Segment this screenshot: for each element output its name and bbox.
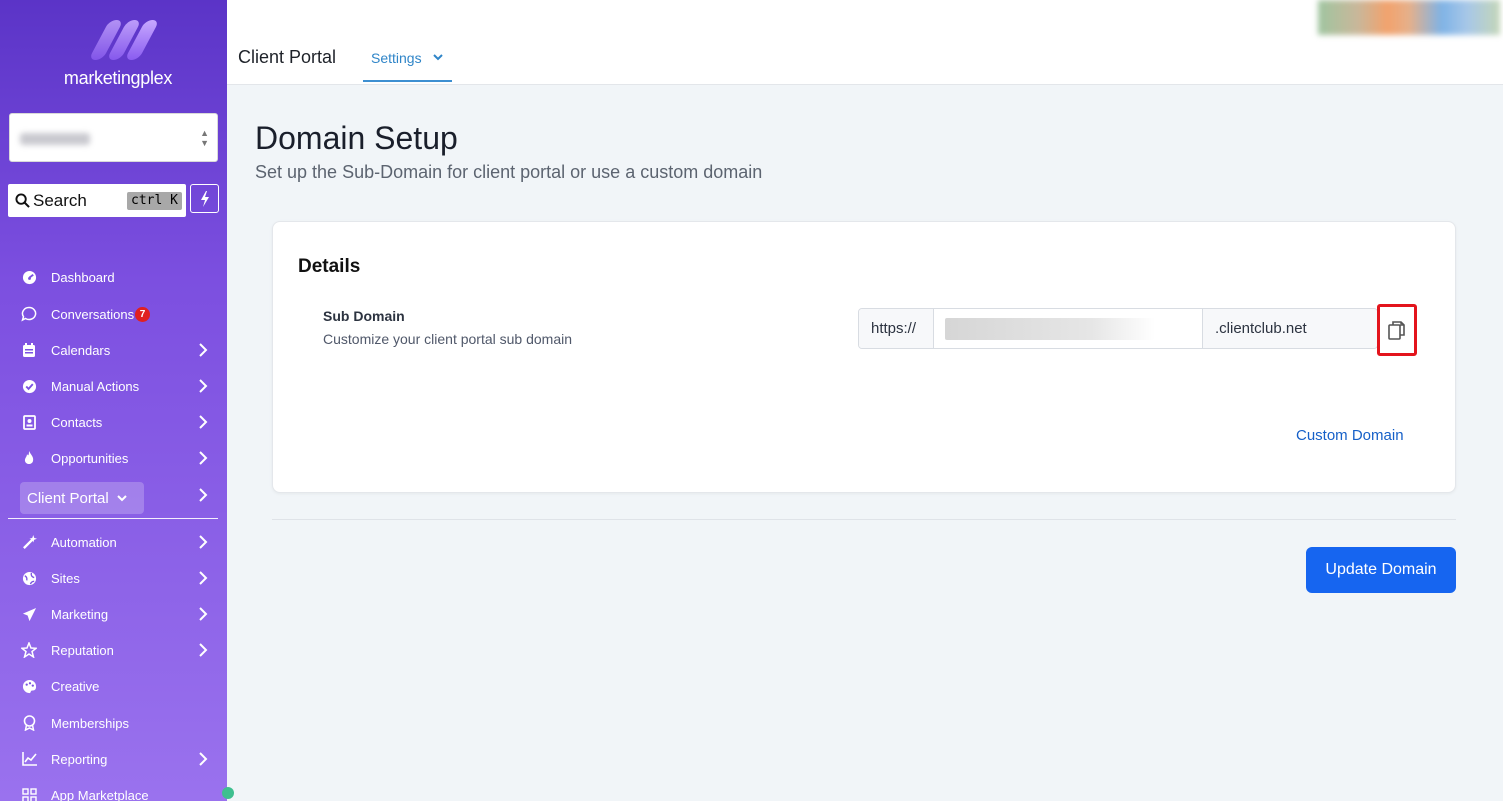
sidebar-item-label: Contacts [51,414,103,430]
sidebar-item-marketing[interactable]: Marketing [0,599,227,629]
sidebar-item-reporting[interactable]: Reporting [0,744,227,774]
chevron-right-icon [199,643,208,657]
chevron-right-icon[interactable] [198,488,208,502]
palette-icon [21,678,37,694]
url-prefix: https:// [859,309,934,348]
star-icon [21,642,37,658]
sidebar-item-label: Reporting [51,751,108,767]
chevron-right-icon [199,379,208,393]
sidebar-item-reputation[interactable]: Reputation [0,635,227,665]
sub-domain-label: Sub Domain [323,308,405,324]
flame-icon [21,450,37,466]
section-divider [272,519,1456,520]
tab-settings[interactable]: Settings [363,38,452,82]
sidebar-item-dashboard[interactable]: Dashboard [0,262,227,292]
sidebar-item-calendars[interactable]: Calendars [0,335,227,365]
chevron-right-icon [199,607,208,621]
grid-icon [21,787,37,801]
chevron-right-icon [199,451,208,465]
sidebar-item-label: Opportunities [51,450,129,466]
check-circle-icon [21,378,37,394]
chevron-down-icon [433,54,443,61]
sidebar-item-label: Sites [51,570,80,586]
gauge-icon [21,269,37,285]
update-domain-button[interactable]: Update Domain [1306,547,1456,593]
logo-mark-icon [83,18,160,62]
search-button[interactable]: Search ctrl K [8,184,186,217]
magic-wand-icon [21,534,37,550]
select-arrows-icon: ▲ ▼ [200,128,209,148]
page-section-title: Client Portal [238,47,337,67]
account-switcher[interactable]: ▲ ▼ [9,113,218,162]
chevron-right-icon [199,752,208,766]
award-icon [21,715,37,731]
top-bar: Client Portal Settings [227,0,1503,85]
chat-bubble-icon [21,306,37,322]
tab-settings-label: Settings [371,50,422,66]
search-icon [15,193,30,208]
chevron-right-icon [199,535,208,549]
help-widget-icon[interactable] [222,787,234,799]
sidebar-item-label: Creative [51,678,100,694]
calendar-icon [21,342,37,358]
sidebar-item-manual-actions[interactable]: Manual Actions [0,371,227,401]
sidebar-item-conversations[interactable]: Conversations 7 [0,299,227,329]
sidebar-item-label: Dashboard [51,269,115,285]
sidebar-item-app-marketplace[interactable]: App Marketplace [0,780,227,801]
brand-logo[interactable]: marketingplex [58,18,178,90]
sidebar-item-creative[interactable]: Creative [0,671,227,701]
sidebar-item-label: App Marketplace [51,787,149,801]
contact-card-icon [21,414,37,430]
copy-domain-button[interactable] [1377,304,1417,356]
sidebar-item-label: Automation [51,534,117,550]
sidebar-item-automation[interactable]: Automation [0,527,227,557]
sidebar: marketingplex ▲ ▼ Search ctrl K Dashboard… [0,0,227,801]
page-title: Domain Setup [255,120,458,156]
sidebar-item-label: Conversations [51,306,135,322]
redacted-banner-image [1318,0,1500,35]
bolt-icon [200,190,209,207]
chevron-right-icon [199,415,208,429]
sidebar-item-memberships[interactable]: Memberships [0,708,227,738]
search-shortcut: ctrl K [127,192,182,210]
chevron-right-icon [199,343,208,357]
chevron-down-icon [116,494,127,501]
sidebar-item-label: Marketing [51,606,109,622]
sidebar-item-label: Memberships [51,715,130,731]
sidebar-item-label: Manual Actions [51,378,140,394]
card-title: Details [298,256,361,277]
sidebar-item-opportunities[interactable]: Opportunities [0,443,227,473]
copy-icon [1388,320,1405,340]
sidebar-item-label: Calendars [51,342,111,358]
redacted-account-name [20,133,90,145]
search-label: Search [33,191,87,210]
globe-icon [21,570,37,586]
paper-plane-icon [21,606,37,622]
redacted-sub-domain-value [945,318,1155,340]
page-subtitle: Set up the Sub-Domain for client portal … [255,162,763,182]
sidebar-item-contacts[interactable]: Contacts [0,407,227,437]
unread-count-badge: 7 [135,306,150,322]
details-card: Details Sub Domain Customize your client… [272,221,1456,493]
sidebar-item-label: Client Portal [27,489,109,507]
sidebar-item-sites[interactable]: Sites [0,563,227,593]
sidebar-divider [8,518,218,519]
sidebar-item-client-portal[interactable]: Client Portal [20,482,144,514]
sub-domain-description: Customize your client portal sub domain [323,331,573,347]
quick-actions-button[interactable] [190,184,219,213]
chevron-right-icon [199,571,208,585]
sub-domain-input-group: https:// .clientclub.net [858,308,1378,349]
domain-suffix: .clientclub.net [1202,309,1377,348]
sidebar-item-label: Reputation [51,642,114,658]
chart-line-icon [21,751,37,767]
brand-name: marketingplex [63,68,173,88]
custom-domain-link[interactable]: Custom Domain [1296,427,1404,444]
